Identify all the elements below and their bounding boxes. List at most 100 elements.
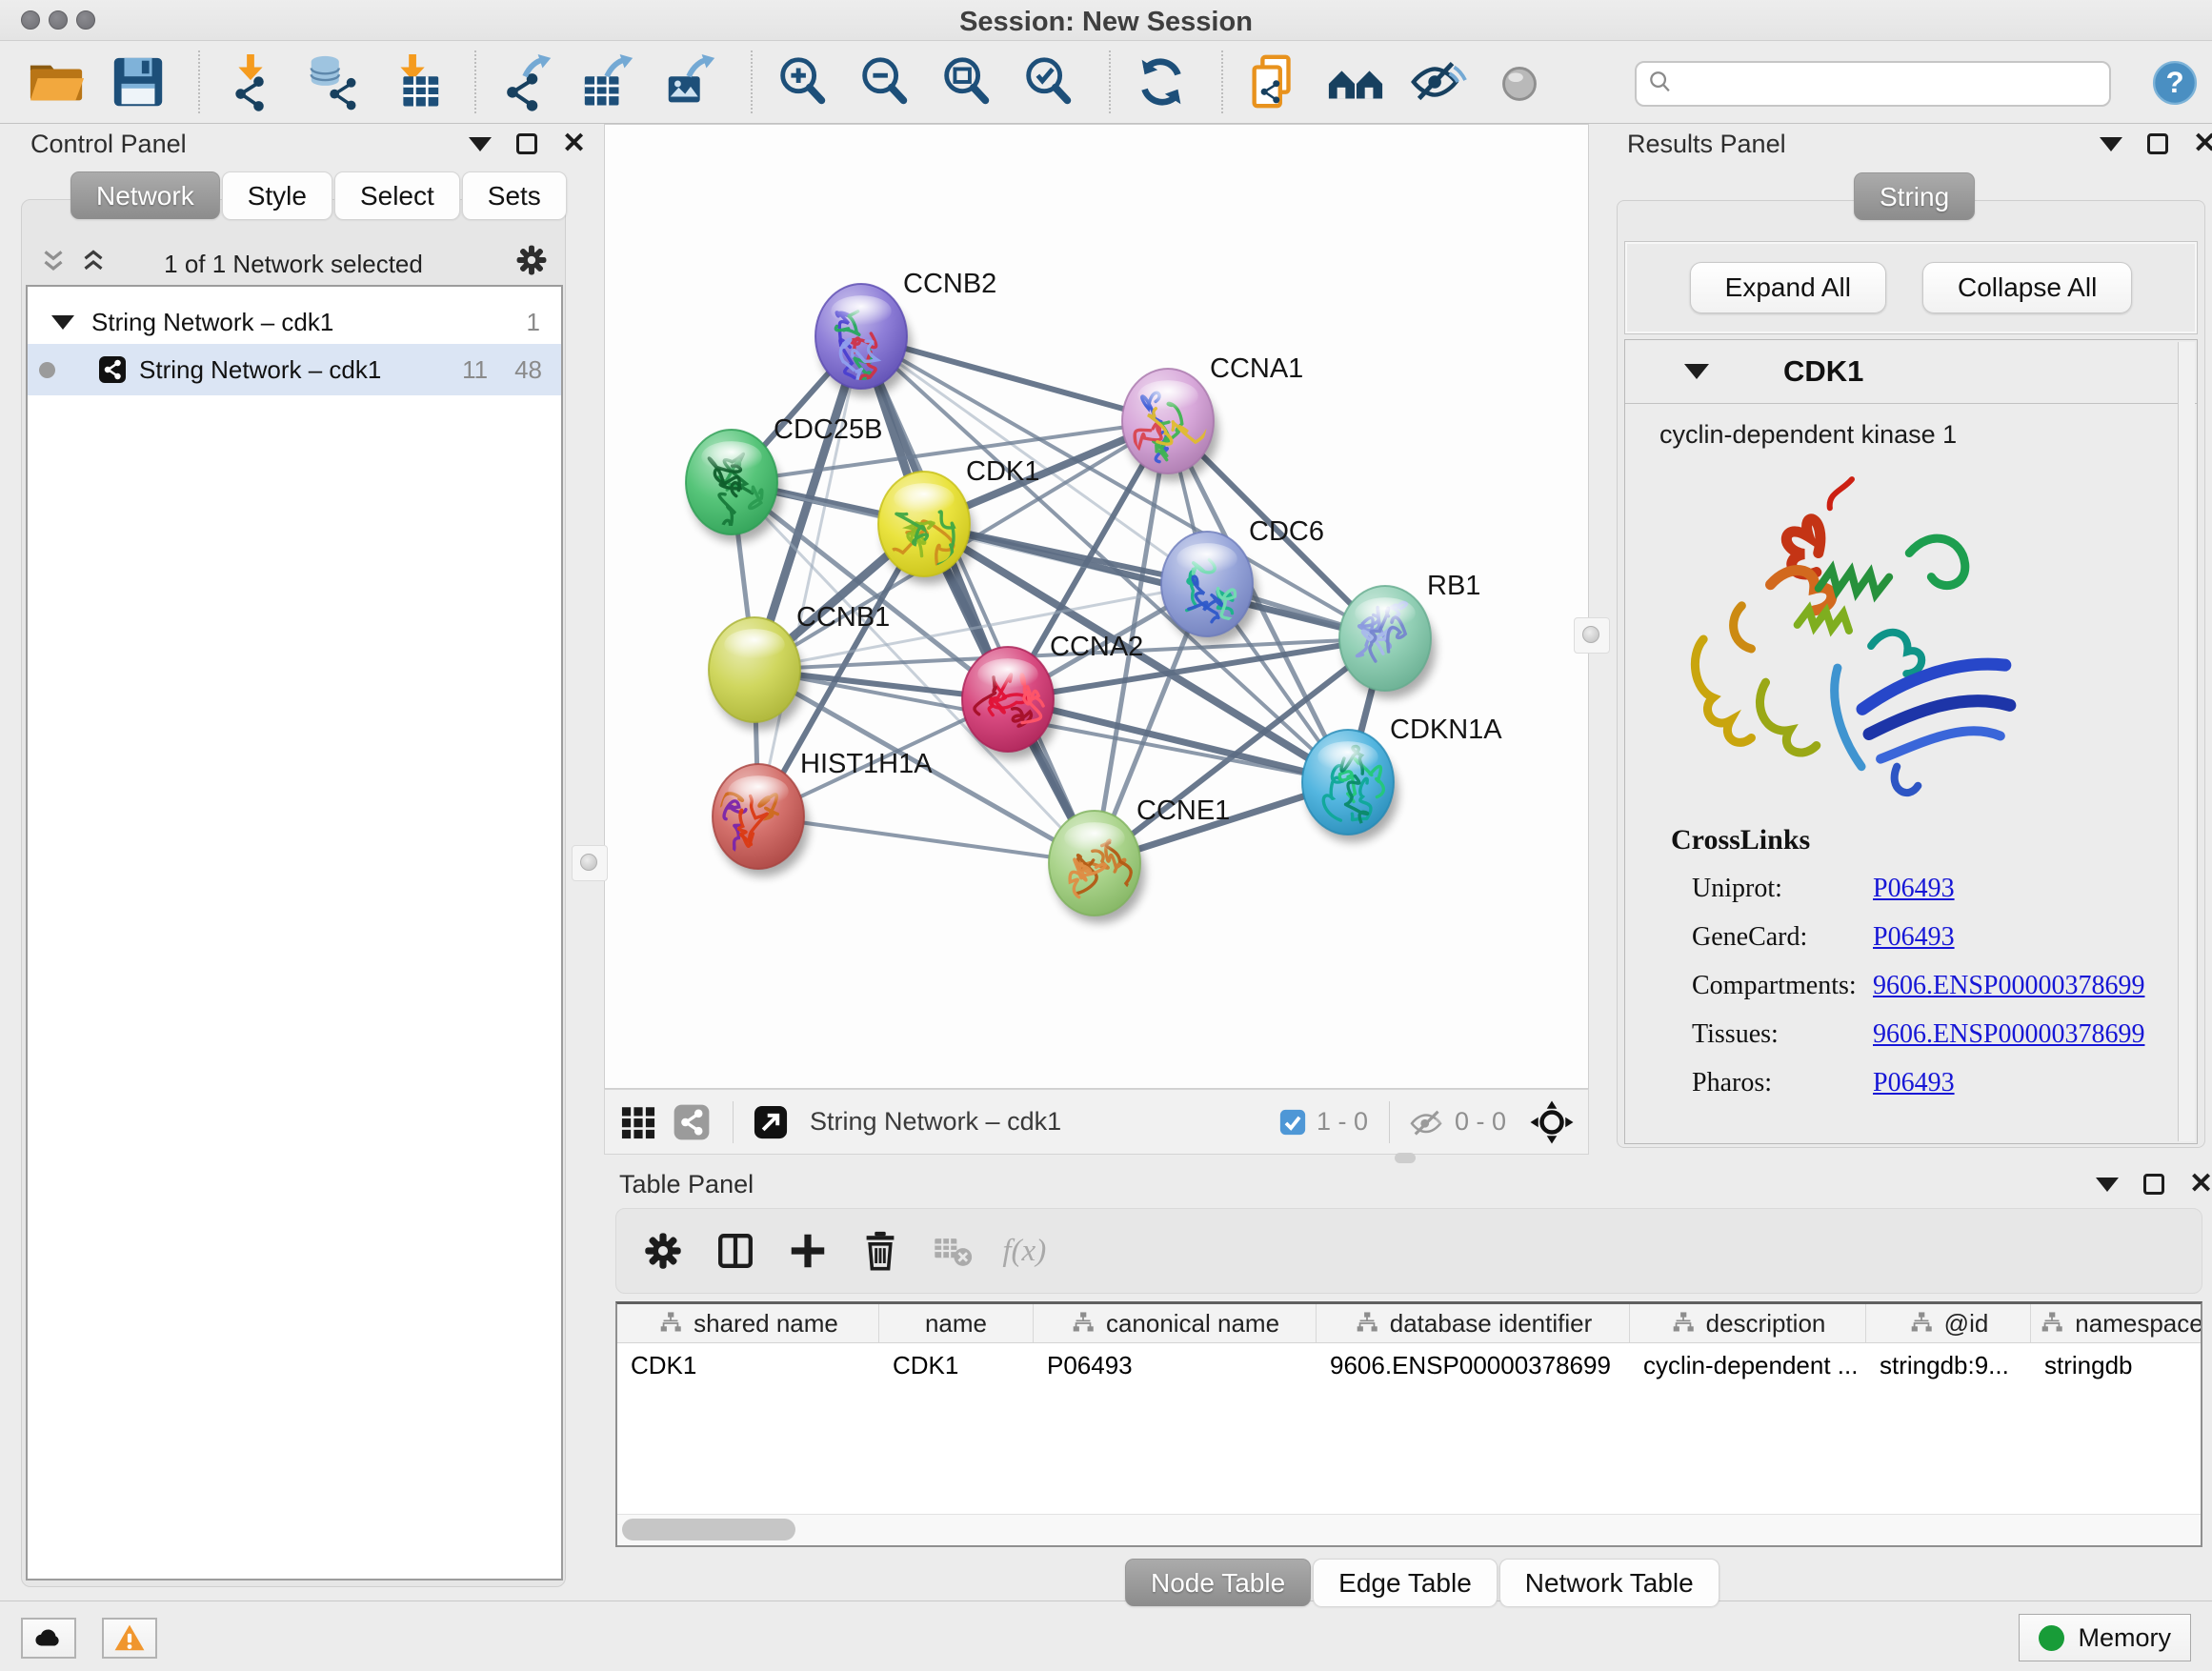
- export-image-icon[interactable]: [661, 52, 720, 111]
- panel-close-icon[interactable]: ✕: [2189, 1174, 2212, 1195]
- node-label-CCNB1: CCNB1: [796, 602, 890, 633]
- left-splitter-handle[interactable]: [572, 845, 608, 881]
- import-network-database-icon[interactable]: [303, 52, 362, 111]
- search-box[interactable]: [1635, 61, 2111, 107]
- network-graph[interactable]: CCNB2CCNA1CDC25BCDK1CDC6RB1CCNB1CCNA2CDK…: [605, 125, 1588, 1088]
- tab-sets[interactable]: Sets: [462, 171, 567, 219]
- table-cell[interactable]: stringdb: [2031, 1351, 2202, 1380]
- table-cell[interactable]: CDK1: [879, 1351, 1034, 1380]
- crosslink-link[interactable]: P06493: [1873, 1068, 1955, 1098]
- export-table-icon[interactable]: [579, 52, 638, 111]
- section-collapse-icon[interactable]: [1684, 364, 1709, 379]
- column-header-@id[interactable]: @id: [1866, 1304, 2031, 1342]
- selected-nodes-checkbox[interactable]: [1278, 1108, 1307, 1137]
- network-view-mode-icon[interactable]: [672, 1102, 712, 1142]
- zoom-out-icon[interactable]: [855, 52, 915, 111]
- table-h-scrollbar[interactable]: [617, 1514, 2201, 1545]
- warning-icon: [113, 1622, 146, 1655]
- table-cell[interactable]: stringdb:9...: [1866, 1351, 2031, 1380]
- detach-view-icon[interactable]: [751, 1102, 791, 1142]
- tab-edge-table[interactable]: Edge Table: [1313, 1559, 1498, 1606]
- crosslink-label: Pharos:: [1692, 1068, 1873, 1098]
- node-label-RB1: RB1: [1427, 571, 1480, 601]
- grid-view-icon[interactable]: [618, 1102, 658, 1142]
- column-header-name[interactable]: name: [879, 1304, 1034, 1342]
- panel-close-icon[interactable]: ✕: [562, 133, 586, 154]
- help-icon: ?: [2151, 59, 2199, 107]
- cloud-button[interactable]: [21, 1618, 76, 1659]
- right-splitter-handle[interactable]: [1574, 617, 1610, 654]
- warnings-button[interactable]: [102, 1618, 157, 1659]
- table-cell[interactable]: 9606.ENSP00000378699: [1317, 1351, 1630, 1380]
- table-panel-title: Table Panel: [619, 1170, 754, 1199]
- clone-network-icon[interactable]: [1244, 52, 1303, 111]
- column-header-canonical-name[interactable]: canonical name: [1034, 1304, 1317, 1342]
- help-button[interactable]: ?: [2151, 59, 2199, 107]
- zoom-in-icon[interactable]: [774, 52, 833, 111]
- search-input[interactable]: [1679, 69, 2109, 100]
- table-row[interactable]: CDK1CDK1P064939606.ENSP00000378699cyclin…: [617, 1343, 2201, 1387]
- open-session-icon[interactable]: [27, 52, 86, 111]
- export-network-icon[interactable]: [497, 52, 556, 111]
- apply-preferred-layout-icon[interactable]: [1132, 52, 1191, 111]
- crosslink-link[interactable]: P06493: [1873, 874, 1955, 904]
- network-row[interactable]: String Network – cdk1 11 48: [28, 344, 561, 395]
- bottom-splitter-handle[interactable]: [1395, 1153, 1416, 1163]
- node-count: 11: [462, 355, 488, 385]
- panel-collapse-icon[interactable]: [2096, 1178, 2119, 1192]
- show-graphics-details-icon[interactable]: [1326, 52, 1385, 111]
- tab-string[interactable]: String: [1854, 172, 1975, 220]
- show-selected-icon: [1490, 52, 1549, 111]
- control-panel: Control Panel ✕ NetworkStyleSelectSets 1…: [8, 124, 570, 1595]
- table-settings-gear-icon[interactable]: [641, 1229, 685, 1273]
- import-table-file-icon[interactable]: [385, 52, 444, 111]
- zoom-fit-icon[interactable]: [937, 52, 996, 111]
- column-header-description[interactable]: description: [1630, 1304, 1866, 1342]
- tree-expand-icon[interactable]: [51, 315, 74, 330]
- results-scrollbar[interactable]: [2178, 342, 2195, 1141]
- network-tree: String Network – cdk1 1 String Network –…: [26, 285, 563, 1580]
- import-network-file-icon[interactable]: [221, 52, 280, 111]
- node-table[interactable]: shared namenamecanonical namedatabase id…: [615, 1301, 2202, 1547]
- add-column-icon[interactable]: [786, 1229, 830, 1273]
- network-view-toolbar: String Network – cdk1 1 - 0 0 - 0: [604, 1089, 1589, 1155]
- tab-select[interactable]: Select: [334, 171, 460, 219]
- gene-section-header[interactable]: CDK1: [1625, 340, 2197, 404]
- zoom-selected-icon[interactable]: [1019, 52, 1078, 111]
- panel-collapse-icon[interactable]: [2100, 137, 2122, 151]
- network-canvas[interactable]: CCNB2CCNA1CDC25BCDK1CDC6RB1CCNB1CCNA2CDK…: [604, 124, 1589, 1089]
- show-columns-icon[interactable]: [714, 1229, 757, 1273]
- table-cell[interactable]: CDK1: [617, 1351, 879, 1380]
- network-options-gear-icon[interactable]: [513, 242, 550, 278]
- table-cell[interactable]: P06493: [1034, 1351, 1317, 1380]
- delete-column-icon[interactable]: [858, 1229, 902, 1273]
- save-session-icon[interactable]: [109, 52, 168, 111]
- crosslink-label: Uniprot:: [1692, 874, 1873, 904]
- results-panel-title: Results Panel: [1627, 130, 1786, 159]
- memory-button[interactable]: Memory: [2019, 1614, 2191, 1661]
- tab-node-table[interactable]: Node Table: [1125, 1559, 1311, 1606]
- scrollbar-thumb[interactable]: [622, 1519, 795, 1540]
- column-header-namespace[interactable]: namespace: [2031, 1304, 2202, 1342]
- crosslinks-title: CrossLinks: [1671, 824, 1810, 856]
- panel-close-icon[interactable]: ✕: [2193, 133, 2212, 154]
- tab-style[interactable]: Style: [222, 171, 332, 219]
- tab-network-table[interactable]: Network Table: [1499, 1559, 1719, 1606]
- crosslink-link[interactable]: 9606.ENSP00000378699: [1873, 1019, 2144, 1050]
- collapse-all-button[interactable]: Collapse All: [1922, 262, 2132, 313]
- crosslink-link[interactable]: 9606.ENSP00000378699: [1873, 971, 2144, 1001]
- panel-float-icon[interactable]: [516, 133, 537, 154]
- panel-float-icon[interactable]: [2143, 1174, 2164, 1195]
- table-cell[interactable]: cyclin-dependent ...: [1630, 1351, 1866, 1380]
- crosslink-link[interactable]: P06493: [1873, 922, 1955, 953]
- panel-collapse-icon[interactable]: [469, 137, 492, 151]
- hide-selected-icon[interactable]: [1408, 52, 1467, 111]
- column-header-database-identifier[interactable]: database identifier: [1317, 1304, 1630, 1342]
- panel-float-icon[interactable]: [2147, 133, 2168, 154]
- network-collection-row[interactable]: String Network – cdk1 1: [28, 300, 561, 344]
- birds-eye-view-icon[interactable]: [1529, 1099, 1575, 1145]
- column-header-shared-name[interactable]: shared name: [617, 1304, 879, 1342]
- expand-collapse-bar: Expand All Collapse All: [1624, 241, 2198, 334]
- tab-network[interactable]: Network: [70, 171, 220, 219]
- expand-all-button[interactable]: Expand All: [1690, 262, 1886, 313]
